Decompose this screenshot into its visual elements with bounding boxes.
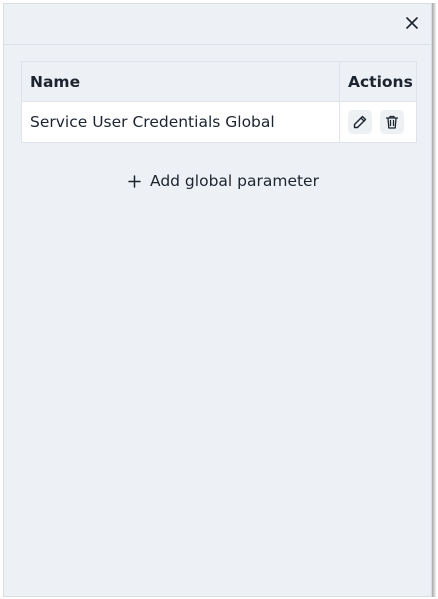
plus-icon (127, 174, 141, 188)
actions-cell (340, 102, 416, 142)
delete-button[interactable] (380, 110, 404, 134)
panel-shadow (432, 3, 436, 597)
column-header-name: Name (22, 62, 340, 101)
parameter-name-cell: Service User Credentials Global (22, 102, 340, 142)
table-row: Service User Credentials Global (22, 102, 416, 142)
global-parameters-panel: Name Actions Service User Credentials Gl… (3, 3, 432, 597)
close-button[interactable] (403, 14, 421, 32)
table-header-row: Name Actions (22, 62, 416, 102)
add-global-parameter-label: Add global parameter (150, 172, 319, 190)
column-header-actions: Actions (348, 72, 413, 91)
close-icon (406, 17, 418, 29)
edit-icon (353, 115, 367, 129)
parameters-table: Name Actions Service User Credentials Gl… (21, 61, 417, 143)
edit-button[interactable] (348, 110, 372, 134)
panel-header (4, 4, 431, 45)
add-global-parameter-button[interactable]: Add global parameter (127, 170, 319, 192)
trash-icon (385, 115, 399, 129)
